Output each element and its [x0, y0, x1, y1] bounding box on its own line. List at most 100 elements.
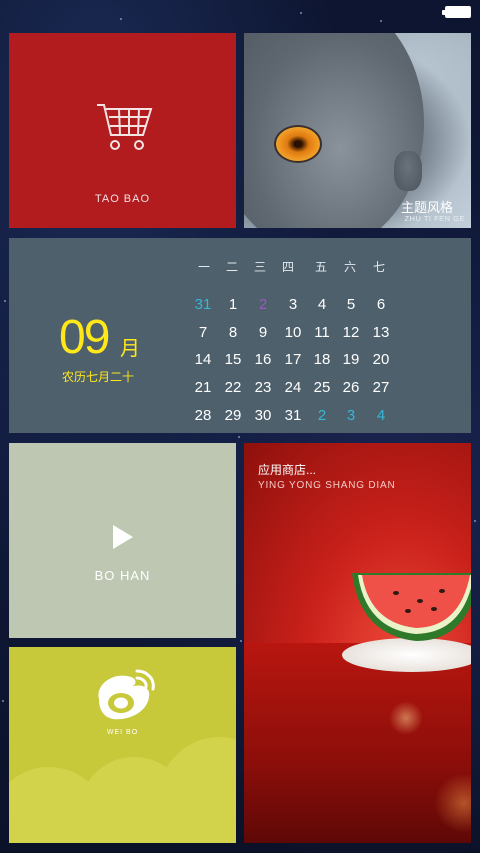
calendar-day[interactable]: 27 — [367, 375, 395, 401]
calendar-day-number: 4 — [317, 296, 327, 313]
calendar-day[interactable]: 21 — [189, 375, 217, 401]
calendar-tile[interactable]: 09 月 农历七月二十 一 二 三 四 五 六 七 31 1 2 3 4 5 6 7 8 9 10 1… — [9, 238, 471, 433]
calendar-day-number: 15 — [224, 351, 242, 368]
month-unit: 月 — [120, 338, 140, 360]
video-tile[interactable]: BO HAN — [9, 443, 236, 638]
calendar-day-number: 6 — [376, 296, 386, 313]
calendar-day-number: 10 — [284, 324, 302, 341]
weekday-header: 一 二 三 四 五 六 七 — [190, 258, 386, 274]
calendar-day-number: 23 — [254, 379, 272, 396]
calendar-day[interactable]: 11 — [308, 320, 336, 346]
calendar-day-number: 31 — [194, 296, 212, 313]
calendar-day[interactable]: 4 — [367, 403, 395, 429]
calendar-day[interactable]: 25 — [308, 375, 336, 401]
weekday-label: 三 — [253, 260, 266, 274]
calendar-day-number: 11 — [314, 324, 330, 341]
calendar-day[interactable]: 8 — [219, 320, 247, 346]
weekday-label: 五 — [314, 260, 327, 274]
calendar-day[interactable]: 26 — [337, 375, 365, 401]
calendar-day[interactable]: 10 — [279, 320, 307, 346]
calendar-day[interactable]: 12 — [337, 320, 365, 346]
calendar-day-number: 7 — [198, 324, 208, 341]
calendar-day[interactable]: 16 — [249, 347, 277, 373]
calendar-day[interactable]: 3 — [337, 403, 365, 429]
weekday-label: 六 — [343, 260, 356, 274]
calendar-day[interactable]: 9 — [249, 320, 277, 346]
calendar-grid: 31 1 2 3 4 5 6 7 8 9 10 11 12 13 14 15 16 17 18 19 20 21 22 23 2… — [187, 290, 392, 426]
battery-icon — [442, 6, 471, 18]
theme-tile[interactable]: 主题风格 ZHU TI FEN GE — [244, 33, 471, 228]
calendar-day[interactable]: 7 — [189, 320, 217, 346]
cat-eye — [274, 125, 322, 163]
calendar-day-number: 5 — [346, 296, 356, 313]
calendar-day-number: 18 — [313, 351, 331, 368]
calendar-day-number: 16 — [254, 351, 272, 368]
calendar-day[interactable]: 22 — [219, 375, 247, 401]
calendar-day-number: 31 — [284, 407, 302, 424]
weibo-tile[interactable]: WEI BO — [9, 647, 236, 843]
weekday-label: 一 — [197, 260, 210, 274]
calendar-day[interactable]: 29 — [219, 403, 247, 429]
calendar-day[interactable]: 28 — [189, 403, 217, 429]
play-icon — [113, 525, 133, 549]
weekday-label: 七 — [372, 260, 385, 274]
calendar-day-number: 28 — [194, 407, 212, 424]
calendar-day[interactable]: 6 — [367, 292, 395, 318]
calendar-day[interactable]: 4 — [308, 292, 336, 318]
calendar-day[interactable]: 3 — [279, 292, 307, 318]
weekday-label: 二 — [225, 260, 238, 274]
calendar-day[interactable]: 24 — [279, 375, 307, 401]
calendar-day-number: 30 — [254, 407, 272, 424]
weekday-label: 四 — [281, 260, 294, 274]
app-store-title: 应用商店... — [258, 463, 317, 477]
calendar-day[interactable]: 20 — [367, 347, 395, 373]
theme-subtitle: ZHU TI FEN GE — [404, 214, 465, 223]
calendar-day-number: 19 — [342, 351, 360, 368]
calendar-day-number: 22 — [224, 379, 242, 396]
taobao-label: TAO BAO — [94, 193, 151, 205]
weibo-logo-icon — [98, 669, 155, 720]
calendar-day[interactable]: 2 — [308, 403, 336, 429]
calendar-day[interactable]: 13 — [367, 320, 395, 346]
app-store-subtitle: YING YONG SHANG DIAN — [258, 480, 396, 491]
calendar-day[interactable]: 14 — [189, 347, 217, 373]
watermelon-slice — [352, 573, 471, 641]
calendar-day[interactable]: 31 — [279, 403, 307, 429]
calendar-day-number: 2 — [317, 407, 327, 424]
cat-nose — [394, 151, 422, 191]
calendar-day-number: 3 — [288, 296, 298, 313]
calendar-day[interactable]: 19 — [337, 347, 365, 373]
calendar-day-number: 1 — [228, 296, 238, 313]
taobao-tile[interactable]: TAO BAO — [9, 33, 236, 228]
calendar-day-number: 12 — [342, 324, 360, 341]
calendar-day-today[interactable]: 2 — [249, 291, 277, 319]
shopping-cart-icon — [97, 104, 153, 150]
calendar-day-number: 21 — [194, 379, 212, 396]
calendar-day-number: 17 — [284, 351, 302, 368]
calendar-day-number: 3 — [346, 407, 356, 424]
calendar-day[interactable]: 5 — [337, 292, 365, 318]
status-bar — [0, 0, 480, 26]
calendar-day-number: 9 — [258, 324, 268, 341]
calendar-day-number: 26 — [342, 379, 360, 396]
month-number: 09 — [59, 311, 110, 364]
calendar-day-number: 13 — [372, 324, 390, 341]
calendar-day-number: 2 — [258, 296, 268, 313]
calendar-day[interactable]: 23 — [249, 375, 277, 401]
calendar-day[interactable]: 18 — [308, 347, 336, 373]
bokeh-light — [389, 701, 423, 735]
calendar-day[interactable]: 30 — [249, 403, 277, 429]
weibo-label: WEI BO — [106, 729, 139, 736]
calendar-day-number: 20 — [372, 351, 390, 368]
calendar-day-number: 8 — [228, 324, 238, 341]
calendar-day-number: 24 — [284, 379, 302, 396]
cloud-decoration — [159, 737, 236, 843]
calendar-day[interactable]: 15 — [219, 347, 247, 373]
calendar-day-number: 4 — [376, 407, 386, 424]
calendar-day[interactable]: 17 — [279, 347, 307, 373]
app-store-tile[interactable]: 应用商店... YING YONG SHANG DIAN — [244, 443, 471, 843]
lunar-date: 农历七月二十 — [62, 370, 135, 384]
calendar-day[interactable]: 31 — [189, 292, 217, 318]
calendar-day[interactable]: 1 — [219, 292, 247, 318]
calendar-day-number: 29 — [224, 407, 242, 424]
